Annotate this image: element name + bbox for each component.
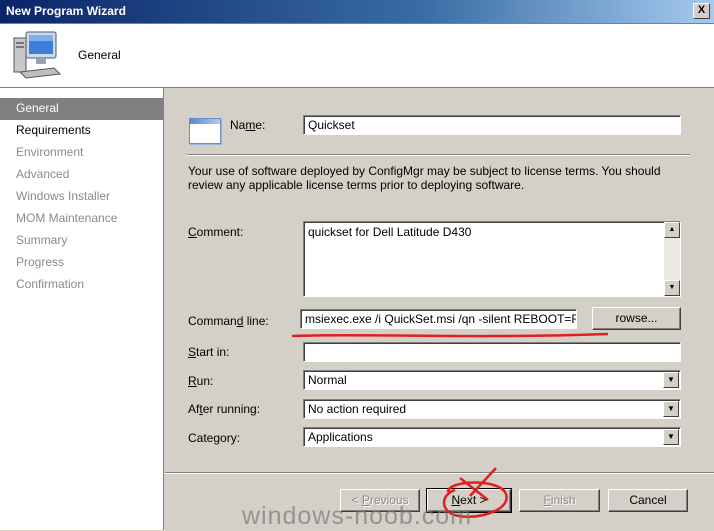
step-confirmation: Confirmation: [16, 277, 85, 291]
step-environment: Environment: [16, 145, 84, 159]
cancel-button[interactable]: Cancel: [608, 489, 688, 512]
header-title: General: [78, 48, 121, 62]
comment-scrollbar[interactable]: ▲ ▼: [664, 222, 680, 296]
start-in-label: Start in:: [188, 345, 230, 359]
after-running-select[interactable]: No action required ▼: [303, 399, 681, 419]
command-line-input[interactable]: msiexec.exe /i QuickSet.msi /qn -silent …: [300, 309, 577, 329]
run-value: Normal: [308, 373, 347, 387]
footer-divider: [165, 472, 714, 474]
computer-icon: [13, 31, 62, 79]
category-value: Applications: [308, 430, 373, 444]
title-bar: New Program Wizard X: [0, 0, 714, 24]
window-title: New Program Wizard: [6, 4, 126, 18]
finish-button: Finish: [519, 489, 600, 512]
comment-text: quickset for Dell Latitude D430: [308, 225, 472, 239]
browse-button[interactable]: rowse...: [592, 307, 681, 330]
run-label: Run:: [188, 374, 214, 388]
wizard-header: General: [0, 24, 714, 88]
scroll-down-icon[interactable]: ▼: [664, 280, 680, 296]
category-select[interactable]: Applications ▼: [303, 427, 681, 447]
name-input[interactable]: Quickset: [303, 115, 681, 135]
chevron-down-icon[interactable]: ▼: [663, 401, 679, 417]
after-running-label: After running:: [188, 402, 261, 416]
wizard-steps: General Requirements Environment Advance…: [0, 88, 164, 530]
step-general[interactable]: General: [0, 98, 163, 120]
run-select[interactable]: Normal ▼: [303, 370, 681, 390]
command-line-label: Command line:: [188, 314, 269, 328]
step-advanced: Advanced: [16, 167, 70, 181]
general-page: Name: Quickset Your use of software depl…: [165, 88, 714, 530]
comment-label: Comment:: [188, 225, 244, 239]
step-progress: Progress: [16, 255, 65, 269]
watermark: windows-noob.com: [242, 502, 472, 530]
chevron-down-icon[interactable]: ▼: [663, 429, 679, 445]
divider: [187, 154, 690, 156]
step-windows-installer: Windows Installer: [16, 189, 111, 203]
step-requirements[interactable]: Requirements: [0, 120, 163, 142]
name-label: Name:: [230, 118, 266, 132]
step-summary: Summary: [16, 233, 68, 247]
close-button[interactable]: X: [693, 3, 710, 19]
start-in-input[interactable]: [303, 342, 681, 362]
browse-label: rowse...: [615, 311, 658, 325]
scroll-up-icon[interactable]: ▲: [664, 222, 680, 238]
category-label: Category:: [188, 431, 241, 445]
after-running-value: No action required: [308, 402, 407, 416]
program-icon: [189, 118, 221, 144]
license-notice: Your use of software deployed by ConfigM…: [188, 164, 661, 192]
chevron-down-icon[interactable]: ▼: [663, 372, 679, 388]
step-mom-maintenance: MOM Maintenance: [16, 211, 118, 225]
comment-textarea[interactable]: quickset for Dell Latitude D430 ▲ ▼: [303, 221, 681, 297]
